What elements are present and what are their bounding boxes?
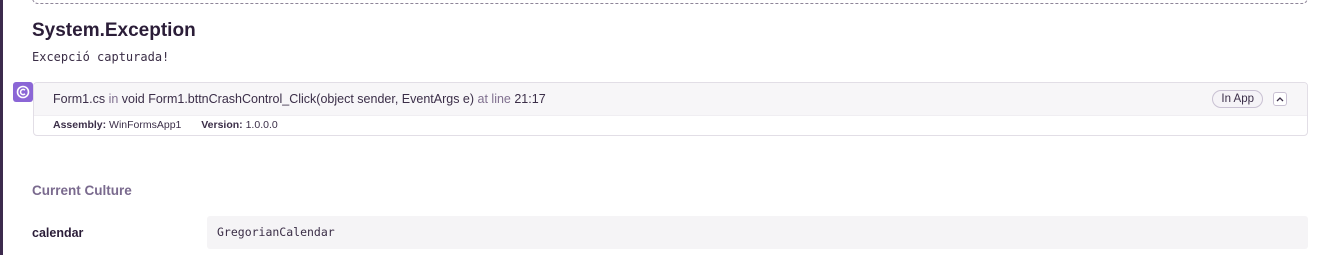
exception-type: System.Exception [32, 20, 196, 41]
context-key: calendar [32, 226, 84, 240]
frame-in-word: in [108, 92, 119, 106]
previous-panel-border [32, 0, 1308, 4]
stack-frame-header[interactable]: Form1.cs in void Form1.bttnCrashControl_… [34, 83, 1307, 116]
collapse-frame-button[interactable] [1273, 92, 1287, 106]
in-app-badge: In App [1212, 90, 1263, 108]
version-value: 1.0.0.0 [245, 119, 278, 131]
stack-frame[interactable]: Form1.cs in void Form1.bttnCrashControl_… [33, 82, 1308, 136]
context-value: GregorianCalendar [217, 225, 335, 239]
frame-filename: Form1.cs [53, 92, 106, 106]
context-value-box: GregorianCalendar [207, 216, 1308, 249]
assembly-value: WinFormsApp1 [109, 119, 182, 131]
assembly-label: Assembly: [53, 119, 107, 131]
frame-meta: Assembly: WinFormsApp1 Version: 1.0.0.0 [53, 119, 278, 131]
section-title-current-culture: Current Culture [32, 183, 132, 198]
frame-line-number: 21:17 [514, 92, 546, 106]
frame-title: Form1.cs in void Form1.bttnCrashControl_… [53, 92, 546, 106]
left-rail [0, 0, 3, 255]
exception-value: Excepció capturada! [32, 50, 170, 64]
version-label: Version: [201, 119, 243, 131]
chevron-up-icon [1276, 97, 1284, 102]
frame-at-line-word: at line [477, 92, 511, 106]
frame-function: void Form1.bttnCrashControl_Click(object… [121, 92, 475, 106]
csharp-icon [13, 82, 33, 102]
